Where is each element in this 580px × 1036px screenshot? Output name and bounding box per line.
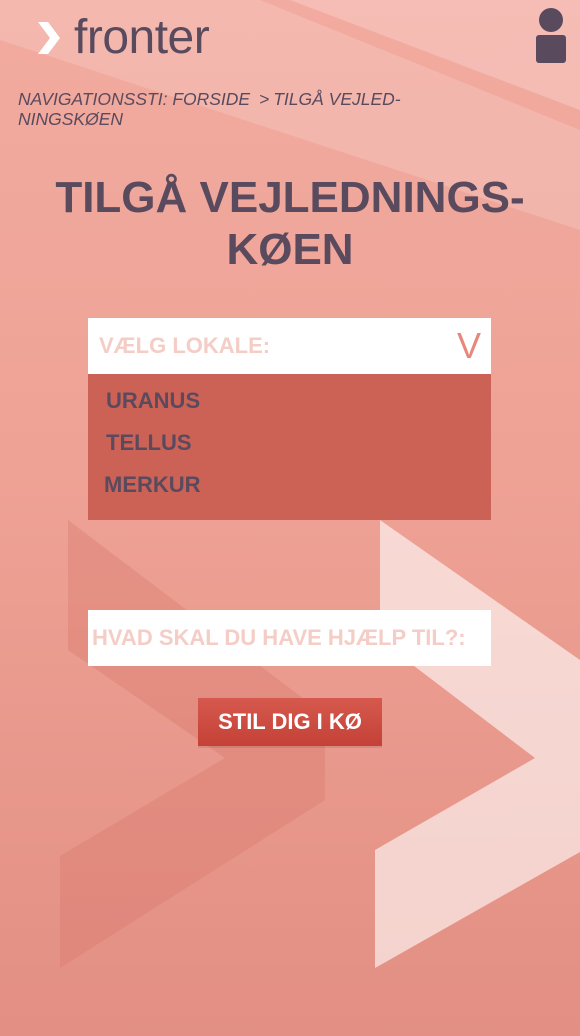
room-select-placeholder: VÆLG LOKALE: [99, 333, 271, 358]
room-select[interactable]: VÆLG LOKALE: V [88, 318, 491, 374]
room-option-uranus[interactable]: URANUS [106, 388, 200, 414]
room-options-list: URANUS TELLUS MERKUR [88, 374, 491, 520]
breadcrumb-separator: > [258, 89, 270, 109]
page-title-line-2: KØEN [226, 225, 354, 274]
background-white-chevron [375, 520, 580, 968]
user-icon[interactable] [532, 6, 568, 64]
fronter-logo[interactable]: fronter [36, 8, 210, 68]
breadcrumb: NAVIGATIONSSTI: FORSIDE > TILGÅ VEJLED-NI… [18, 89, 438, 129]
queue-up-button[interactable]: STIL DIG I KØ [198, 698, 382, 746]
room-option-tellus[interactable]: TELLUS [106, 430, 192, 456]
page-title: TILGÅ VEJLEDNINGS- KØEN [0, 172, 580, 276]
breadcrumb-prefix: NAVIGATIONSSTI: [18, 89, 168, 109]
breadcrumb-item-forside[interactable]: FORSIDE [172, 89, 250, 109]
help-topic-input[interactable] [88, 610, 491, 666]
chevron-right-icon [38, 22, 60, 54]
page-title-line-1: TILGÅ VEJLEDNINGS- [55, 173, 525, 222]
room-option-merkur[interactable]: MERKUR [104, 472, 201, 498]
logo-text: fronter [74, 11, 210, 64]
chevron-down-icon[interactable]: V [457, 318, 481, 374]
